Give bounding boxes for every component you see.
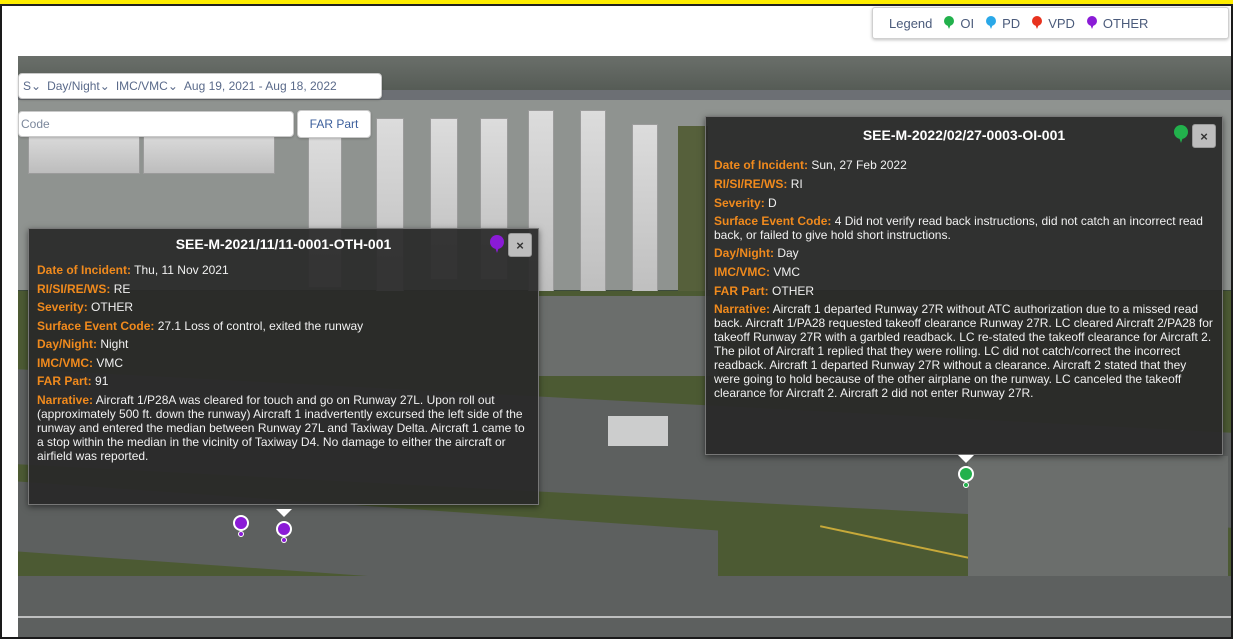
close-button[interactable]: ×	[1192, 124, 1216, 148]
pin-icon	[1174, 125, 1188, 143]
date-range-picker[interactable]: Aug 19, 2021 - Aug 18, 2022	[184, 79, 337, 93]
field-narrative: Narrative: Aircraft 1/P28A was cleared f…	[37, 392, 525, 463]
filter-bar: S⌄ Day/Night⌄ IMC/VMC⌄ Aug 19, 2021 - Au…	[18, 73, 382, 99]
legend-item-vpd[interactable]: VPD	[1032, 16, 1075, 31]
incident-marker-other[interactable]	[233, 515, 249, 537]
far-part-button[interactable]: FAR Part	[297, 110, 371, 138]
top-highlight-bar	[0, 0, 1233, 6]
incident-marker-other-selected[interactable]	[276, 521, 292, 543]
field-day-night: Day/Night: Day	[714, 246, 799, 260]
popup-title: SEE-M-2021/11/11-0001-OTH-001	[175, 236, 392, 252]
marker-pointer	[276, 509, 292, 517]
field-severity: Severity: D	[714, 196, 777, 210]
field-imc-vmc: IMC/VMC: VMC	[37, 355, 124, 370]
legend: Legend OI PD VPD OTHER	[872, 7, 1229, 39]
field-type: RI/SI/RE/WS: RI	[714, 177, 803, 191]
field-day-night: Day/Night: Night	[37, 337, 129, 351]
pin-icon	[986, 16, 997, 30]
marker-pointer	[958, 455, 974, 463]
field-event-code: Surface Event Code: 4 Did not verify rea…	[714, 214, 1203, 242]
pin-icon	[490, 235, 504, 253]
day-night-dropdown[interactable]: Day/Night⌄	[47, 79, 110, 93]
filter-partial-dropdown[interactable]: S⌄	[23, 79, 41, 93]
field-date: Date of Incident: Sun, 27 Feb 2022	[714, 158, 907, 172]
pin-icon	[1086, 16, 1097, 30]
field-event-code: Surface Event Code: 27.1 Loss of control…	[37, 318, 364, 333]
field-far-part: FAR Part: 91	[37, 374, 109, 388]
field-imc-vmc: IMC/VMC: VMC	[714, 265, 801, 279]
pin-icon	[1032, 16, 1043, 30]
incident-marker-oi-selected[interactable]	[958, 466, 974, 488]
incident-popup-left: SEE-M-2021/11/11-0001-OTH-001 × Date of …	[28, 228, 539, 505]
field-far-part: FAR Part: OTHER	[714, 284, 815, 298]
pin-icon	[944, 16, 955, 30]
popup-title: SEE-M-2022/02/27-0003-OI-001	[862, 127, 1066, 143]
incident-popup-right: SEE-M-2022/02/27-0003-OI-001 × Date of I…	[705, 116, 1223, 455]
legend-item-oi[interactable]: OI	[944, 16, 974, 31]
close-button[interactable]: ×	[508, 233, 532, 257]
field-severity: Severity: OTHER	[37, 300, 134, 314]
legend-item-other[interactable]: OTHER	[1086, 16, 1148, 31]
field-type: RI/SI/RE/WS: RE	[37, 281, 131, 296]
legend-item-pd[interactable]: PD	[986, 16, 1020, 31]
code-search-input[interactable]: Code	[18, 111, 294, 137]
field-narrative: Narrative: Aircraft 1 departed Runway 27…	[714, 302, 1213, 400]
field-date: Date of Incident: Thu, 11 Nov 2021	[37, 263, 229, 277]
legend-title: Legend	[889, 15, 933, 31]
imc-vmc-dropdown[interactable]: IMC/VMC⌄	[116, 79, 178, 93]
